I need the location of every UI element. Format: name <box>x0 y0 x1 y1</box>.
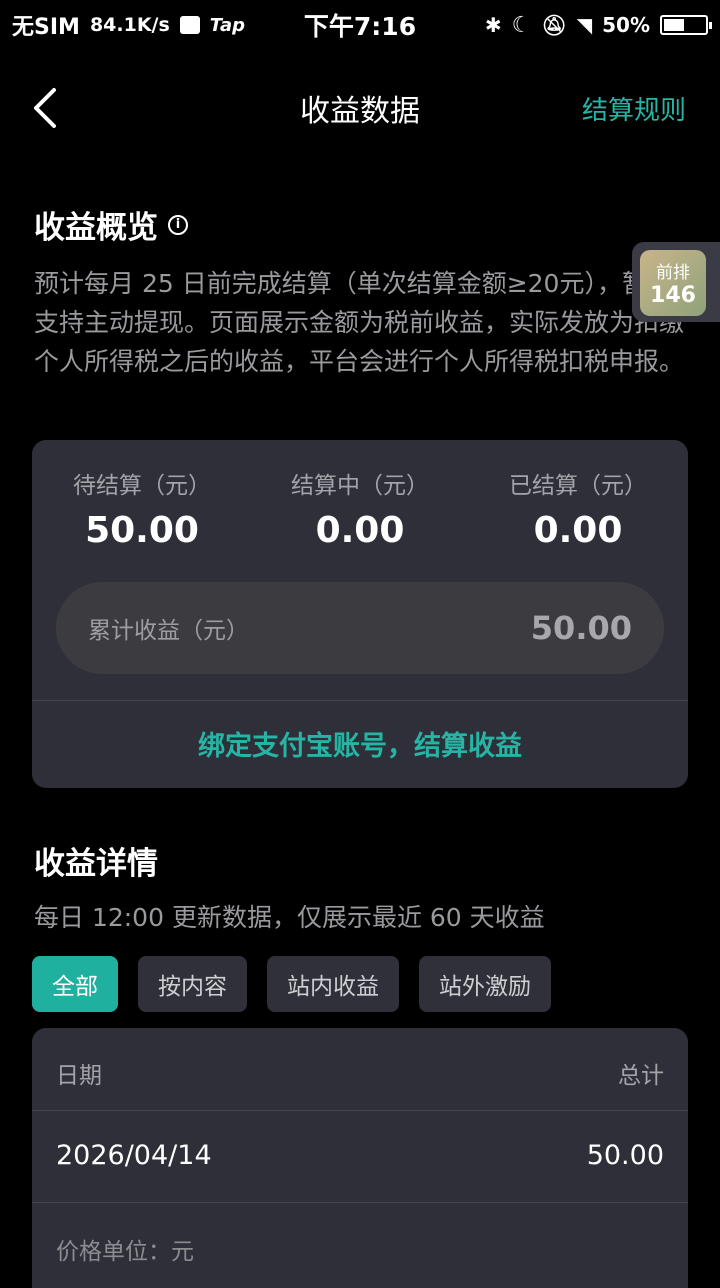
tab-by-content[interactable]: 按内容 <box>138 956 247 1012</box>
nav-bar: 收益数据 结算规则 <box>0 70 720 146</box>
battery-percent: 50% <box>602 13 650 37</box>
filter-tabs: 全部 按内容 站内收益 站外激励 <box>32 956 551 1012</box>
details-subtitle: 每日 12:00 更新数据，仅展示最近 60 天收益 <box>34 903 545 932</box>
column-total: 总计 <box>618 1063 664 1089</box>
stat-value: 0.00 <box>315 510 405 551</box>
info-icon[interactable]: i <box>168 214 188 235</box>
badge-thumbnail: 前排 146 <box>640 250 706 316</box>
bluetooth-icon: ✱ <box>484 13 502 37</box>
stat-value: 0.00 <box>533 510 623 551</box>
earnings-summary-card: 待结算（元） 50.00 结算中（元） 0.00 已结算（元） 0.00 累计收… <box>32 440 688 788</box>
mute-bell-icon: 🔕︎ <box>541 13 567 37</box>
overview-title: 收益概览 <box>34 210 158 246</box>
network-speed: 84.1K/s <box>89 14 170 36</box>
stat-label: 已结算（元） <box>509 473 647 499</box>
divider <box>32 1110 688 1111</box>
stat-settled: 已结算（元） 0.00 <box>478 466 678 551</box>
tab-onsite-earnings[interactable]: 站内收益 <box>267 956 399 1012</box>
badge-count: 146 <box>650 283 696 308</box>
details-title: 收益详情 <box>34 846 158 882</box>
divider <box>32 1202 688 1203</box>
page-title: 收益数据 <box>300 94 420 129</box>
moon-icon: ☾ <box>511 12 532 38</box>
stat-value: 50.00 <box>85 510 199 551</box>
badge-label: 前排 <box>656 263 690 283</box>
carrier-label: 无SIM <box>12 15 80 40</box>
notification-icon <box>179 16 200 34</box>
battery-icon <box>660 15 712 35</box>
divider <box>32 700 688 701</box>
earnings-table: 日期 总计 2026/04/14 50.00 价格单位：元 <box>32 1028 688 1288</box>
battery-fill <box>664 19 684 31</box>
row-total: 50.00 <box>586 1140 664 1171</box>
stat-label: 待结算（元） <box>73 473 211 499</box>
row-date: 2026/04/14 <box>56 1140 212 1171</box>
floating-badge[interactable]: 前排 146 <box>632 242 720 322</box>
bind-alipay-button[interactable]: 绑定支付宝账号，结算收益 <box>32 724 688 763</box>
back-arrow-icon[interactable] <box>28 86 68 130</box>
overview-title-row: 收益概览 i <box>34 202 188 247</box>
status-bar: 无SIM 84.1K/s Tap 下午7:16 ✱ ☾ 🔕︎ ◥ 50% <box>0 0 720 50</box>
stat-label: 结算中（元） <box>291 473 429 499</box>
tab-all[interactable]: 全部 <box>32 956 118 1012</box>
cumulative-earnings: 累计收益（元） 50.00 <box>56 582 664 674</box>
table-row[interactable]: 2026/04/14 50.00 <box>56 1140 664 1171</box>
settlement-rules-link[interactable]: 结算规则 <box>582 90 686 127</box>
table-header: 日期 总计 <box>56 1056 664 1090</box>
cumulative-value: 50.00 <box>530 609 632 647</box>
cumulative-label: 累计收益（元） <box>88 618 249 644</box>
tap-app-tag: Tap <box>209 14 245 36</box>
overview-description: 预计每月 25 日前完成结算（单次结算金额≥20元），暂不支持主动提现。页面展示… <box>34 269 685 376</box>
unit-note: 价格单位：元 <box>56 1239 194 1265</box>
wifi-icon: ◥ <box>576 13 593 37</box>
column-date: 日期 <box>56 1063 102 1089</box>
tab-offsite-incentive[interactable]: 站外激励 <box>419 956 551 1012</box>
stat-settling: 结算中（元） 0.00 <box>260 466 460 551</box>
stat-pending: 待结算（元） 50.00 <box>42 466 242 551</box>
